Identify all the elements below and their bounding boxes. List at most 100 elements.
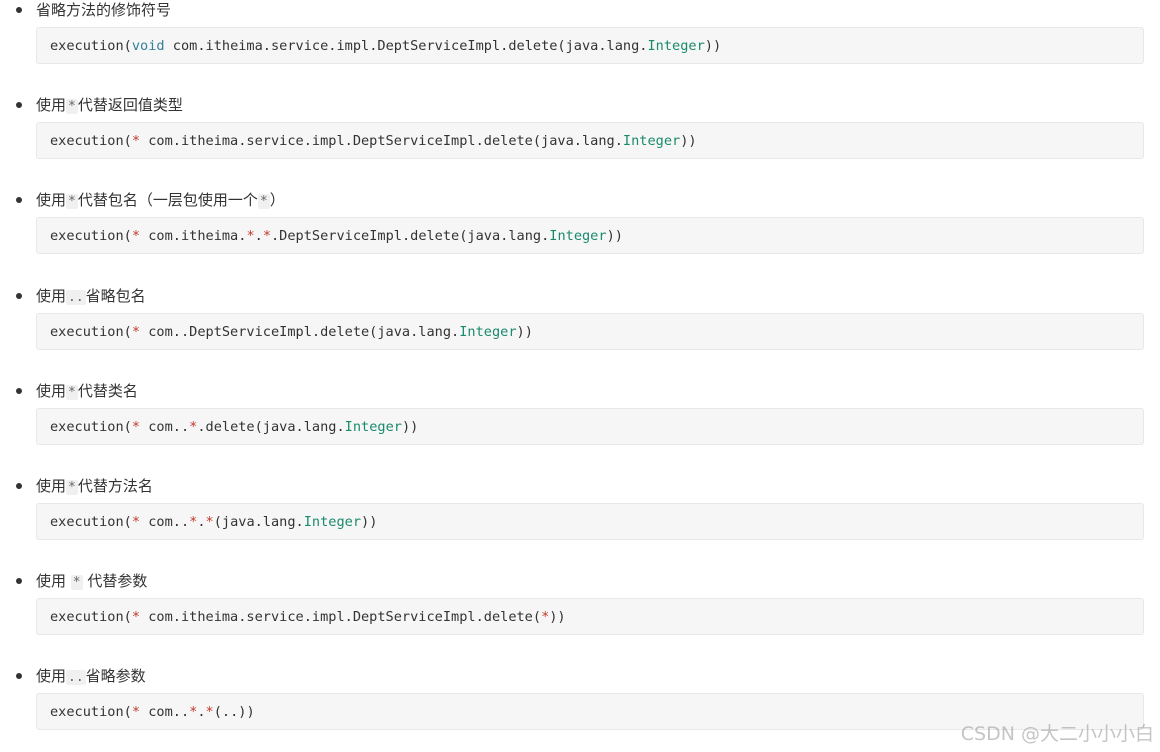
code-line: execution(void com.itheima.service.impl.… <box>50 28 721 65</box>
code-token: * <box>131 609 141 625</box>
code-line: execution(* com.itheima.*.*.DeptServiceI… <box>50 218 623 255</box>
label-text: 使用 <box>36 572 71 590</box>
label-text: 使用 <box>36 96 67 114</box>
code-token: (..)) <box>213 704 255 720</box>
code-token: com.itheima.service.impl.DeptServiceImpl… <box>140 609 542 625</box>
inline-code-token: * <box>257 194 270 209</box>
code-token: * <box>205 514 214 530</box>
code-token: execution( <box>50 514 132 530</box>
code-block: execution(* com..DeptServiceImpl.delete(… <box>36 313 1144 350</box>
code-token: com.. <box>140 419 190 435</box>
bullet-dot-icon <box>16 102 22 108</box>
code-block: execution(* com.itheima.*.*.DeptServiceI… <box>36 217 1144 254</box>
label-text: 省略参数 <box>85 667 146 685</box>
code-token: Integer <box>303 514 362 530</box>
bullet-dot-icon <box>16 483 22 489</box>
bullet-dot-icon <box>16 7 22 13</box>
label-text: 代替参数 <box>82 572 148 590</box>
code-token: * <box>131 514 141 530</box>
code-token: . <box>254 228 263 244</box>
list-item-heading: 使用 * 代替类名 <box>0 381 1160 401</box>
bullet-dot-icon <box>16 197 22 203</box>
code-block: execution(* com.itheima.service.impl.Dep… <box>36 122 1144 159</box>
list-item-heading: 使用 * 代替包名（一层包使用一个 *） <box>0 190 1160 210</box>
label-text: 省略方法的修饰符号 <box>36 1 172 19</box>
list-item-label: 使用 * 代替参数 <box>36 571 147 591</box>
code-line: execution(* com..*.*(java.lang.Integer)) <box>50 504 377 541</box>
code-token: execution( <box>50 38 132 54</box>
code-token: execution( <box>50 704 132 720</box>
code-token: * <box>131 228 141 244</box>
code-token: Integer <box>622 133 681 149</box>
code-token: * <box>131 419 141 435</box>
code-token: * <box>131 704 141 720</box>
list-item-label: 使用 * 代替方法名 <box>36 476 153 496</box>
code-token: execution( <box>50 419 132 435</box>
label-text: ） <box>269 191 285 209</box>
list-item-heading: 省略方法的修饰符号 <box>0 0 1160 20</box>
code-token: com..DeptServiceImpl.delete(java.lang. <box>140 324 460 340</box>
inline-code-token: .. <box>66 290 86 305</box>
code-token: Integer <box>549 228 607 244</box>
code-token: )) <box>704 38 722 54</box>
code-token: . <box>197 514 206 530</box>
code-token: (java.lang. <box>213 514 304 530</box>
code-token: void <box>131 38 165 54</box>
code-line: execution(* com..DeptServiceImpl.delete(… <box>50 314 533 351</box>
inline-code-token: * <box>70 575 83 590</box>
code-token: com.itheima. <box>140 228 247 244</box>
label-text: 代替方法名 <box>77 477 153 495</box>
code-token: )) <box>606 228 623 244</box>
list-item-label: 使用 * 代替返回值类型 <box>36 95 183 115</box>
label-text: 省略包名 <box>85 287 146 305</box>
inline-code-token: .. <box>66 670 86 685</box>
list-item-label: 使用 * 代替包名（一层包使用一个 *） <box>36 190 285 210</box>
code-token: )) <box>680 133 697 149</box>
code-token: )) <box>549 609 566 625</box>
code-token: * <box>131 133 141 149</box>
inline-code-token: * <box>66 385 78 400</box>
inline-code-token: * <box>66 480 78 495</box>
list-item-heading: 使用 * 代替参数 <box>0 571 1160 591</box>
label-text: 代替返回值类型 <box>77 96 183 114</box>
code-token: )) <box>516 324 533 340</box>
csdn-watermark: CSDN @大二小小小白 <box>960 723 1154 745</box>
list-item-heading: 使用 * 代替返回值类型 <box>0 95 1160 115</box>
code-token: )) <box>401 419 419 435</box>
code-token: execution( <box>50 228 132 244</box>
bullet-dot-icon <box>16 673 22 679</box>
bullet-dot-icon <box>16 388 22 394</box>
label-text: 代替类名 <box>77 382 138 400</box>
inline-code-token: * <box>66 99 78 114</box>
code-token: * <box>246 228 255 244</box>
code-block: execution(* com..*.delete(java.lang.Inte… <box>36 408 1144 445</box>
code-token: com.. <box>140 514 190 530</box>
code-token: Integer <box>344 419 402 435</box>
code-token: )) <box>361 514 378 530</box>
list-item-heading: 使用 * 代替方法名 <box>0 476 1160 496</box>
bullet-dot-icon <box>16 578 22 584</box>
code-token: . <box>197 704 206 720</box>
code-token: com.itheima.service.impl.DeptServiceImpl… <box>140 133 623 149</box>
code-block: execution(* com.itheima.service.impl.Dep… <box>36 598 1144 635</box>
code-token: Integer <box>459 324 517 340</box>
code-block: execution(* com..*.*(java.lang.Integer)) <box>36 503 1144 540</box>
label-text: 使用 <box>36 477 67 495</box>
code-token: com.. <box>140 704 190 720</box>
code-token: * <box>205 704 214 720</box>
label-text: 使用 <box>36 287 67 305</box>
code-token: .DeptServiceImpl.delete(java.lang. <box>271 228 550 244</box>
list-item-label: 省略方法的修饰符号 <box>36 0 171 20</box>
code-token: execution( <box>50 609 132 625</box>
code-token: .delete(java.lang. <box>197 419 345 435</box>
inline-code-token: * <box>66 194 78 209</box>
code-line: execution(* com..*.*(..)) <box>50 694 255 731</box>
list-item-heading: 使用.. 省略参数 <box>0 666 1160 686</box>
code-token: execution( <box>50 324 132 340</box>
list-item-label: 使用 * 代替类名 <box>36 381 138 401</box>
code-token: com.itheima.service.impl.DeptServiceImpl… <box>164 38 648 54</box>
label-text: 使用 <box>36 382 67 400</box>
label-text: 使用 <box>36 191 67 209</box>
label-text: 代替包名（一层包使用一个 <box>77 191 258 209</box>
list-item-label: 使用.. 省略参数 <box>36 666 146 686</box>
